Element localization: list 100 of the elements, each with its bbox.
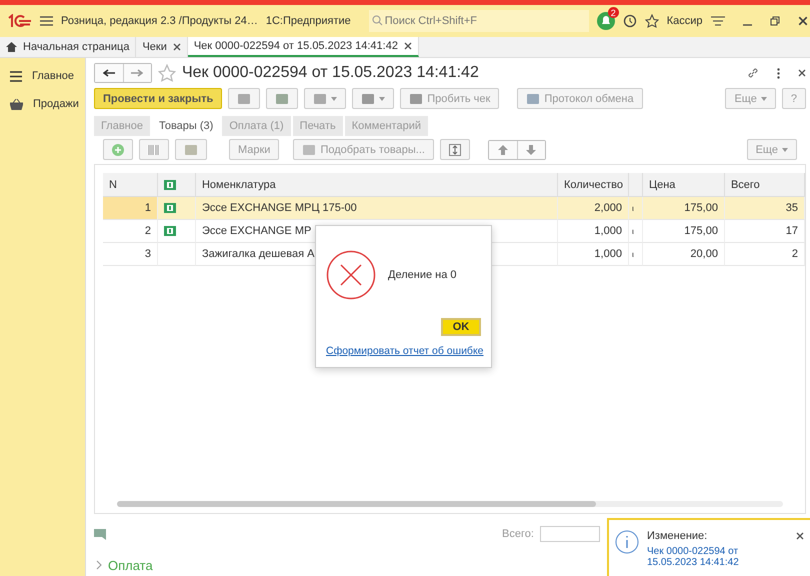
chevron-right-icon: [96, 560, 102, 570]
exchange-log-button[interactable]: Протокол обмена: [517, 88, 643, 109]
vertical-arrows-icon: [448, 144, 461, 156]
barcode-button[interactable]: [138, 139, 169, 160]
close-icon: [798, 16, 808, 26]
app-title: Розница, редакция 2.3 /Продукты 24…: [61, 15, 258, 27]
link-button[interactable]: [746, 67, 759, 79]
table-cell: ι: [628, 220, 643, 243]
row-height-button[interactable]: [440, 139, 470, 160]
form-tab[interactable]: Главное: [94, 116, 150, 136]
column-header: Количество: [558, 173, 629, 197]
more-actions-button[interactable]: [776, 68, 780, 78]
basket-icon: [10, 98, 23, 110]
move-up-button[interactable]: [488, 140, 517, 158]
banknote-icon: [164, 203, 176, 213]
ok-button[interactable]: OK: [441, 318, 481, 336]
home-icon: [6, 42, 17, 52]
user-name: Кассир: [666, 15, 703, 27]
down-arrow-icon: [526, 144, 536, 154]
help-button[interactable]: ?: [782, 88, 806, 109]
left-arrow-icon: [102, 69, 115, 77]
banknote-icon: [164, 226, 176, 236]
column-header: Номенклатура: [196, 173, 558, 197]
pick-goods-button[interactable]: Подобрать товары...: [293, 139, 434, 160]
form-tab[interactable]: Печать: [292, 116, 343, 136]
notification-title: Изменение:: [647, 530, 708, 542]
table-cell: Эссе EXCHANGE МРЦ 175-00: [196, 197, 558, 220]
move-down-button[interactable]: [516, 140, 545, 158]
history-button[interactable]: [622, 14, 637, 28]
caret-icon: [331, 96, 338, 100]
right-arrow-icon: [131, 69, 144, 77]
table-cell: 175,00: [642, 197, 725, 220]
table-cell: 2,000: [558, 197, 629, 220]
up-arrow-icon: [498, 144, 508, 154]
error-message: Деление на 0: [388, 269, 456, 281]
copy-dropdown-button[interactable]: [304, 88, 346, 109]
table-more-button[interactable]: Еще: [746, 139, 797, 160]
form-tab[interactable]: Комментарий: [344, 116, 428, 136]
more-button[interactable]: Еще: [725, 88, 776, 109]
minimize-icon: [742, 24, 752, 26]
sidebar-item[interactable]: Главное: [0, 62, 85, 90]
info-icon: [615, 530, 639, 554]
platform-name: 1С:Предприятие: [266, 15, 351, 27]
close-button[interactable]: [798, 16, 808, 26]
table-cell: 1: [102, 197, 158, 220]
menu-icon: [10, 70, 22, 82]
column-header: [628, 173, 643, 197]
error-icon: [326, 250, 376, 300]
logo-icon: [8, 14, 32, 28]
table-cell: 1,000: [558, 220, 629, 243]
search-icon: [372, 15, 383, 26]
sidebar-item[interactable]: Продажи: [0, 90, 85, 118]
barcode-icon: [148, 144, 160, 156]
document-button[interactable]: [266, 88, 298, 109]
search-field[interactable]: Поиск Ctrl+Shift+F: [368, 10, 589, 32]
table-cell: 2: [102, 220, 158, 243]
banknote-icon: [164, 180, 176, 190]
table-cell: ι: [628, 197, 643, 220]
column-header: N: [102, 173, 158, 197]
table-cell: ι: [628, 243, 643, 266]
table-cell: 175,00: [642, 220, 725, 243]
total-field[interactable]: [540, 526, 600, 542]
caret-icon: [379, 96, 386, 100]
close-icon: [404, 42, 412, 50]
close-icon: [798, 69, 806, 77]
marks-button[interactable]: Марки: [228, 139, 280, 160]
table-cell: 2: [724, 243, 805, 266]
notification-count: 2: [608, 7, 619, 18]
column-header: Цена: [642, 173, 725, 197]
print-receipt-button[interactable]: Пробить чек: [400, 88, 500, 109]
back-button[interactable]: [94, 64, 123, 82]
table-cell: 35: [724, 197, 805, 220]
restore-icon: [770, 16, 780, 26]
plus-icon: [112, 144, 124, 156]
menu-button[interactable]: [40, 16, 53, 26]
error-report-link[interactable]: Сформировать отчет об ошибке: [326, 344, 484, 358]
table-cell: 17: [724, 220, 805, 243]
form-tab[interactable]: Оплата (1): [222, 116, 291, 136]
notification-link[interactable]: Чек 0000-022594 от 15.05.2023 14:41:42: [647, 546, 757, 568]
document-title: Чек 0000-022594 от 15.05.2023 14:41:42: [182, 64, 479, 82]
settings-menu-button[interactable]: [710, 16, 725, 26]
close-icon: [796, 532, 804, 540]
close-icon: [172, 43, 181, 51]
table-cell: 3: [102, 243, 158, 266]
favorites-button[interactable]: [644, 14, 659, 28]
print-dropdown-button[interactable]: [352, 88, 394, 109]
open-tab[interactable]: Чек 0000-022594 от 15.05.2023 14:41:42: [188, 37, 419, 57]
table-cell: 1,000: [558, 243, 629, 266]
caret-icon: [782, 148, 788, 152]
save-button[interactable]: [228, 88, 260, 109]
close-form-button[interactable]: [798, 69, 806, 77]
total-label: Всего:: [502, 528, 534, 540]
favorite-star-button[interactable]: [158, 64, 176, 82]
restore-button[interactable]: [770, 16, 780, 26]
scrollbar[interactable]: [116, 501, 783, 507]
post-and-close-button[interactable]: Провести и закрыть: [94, 88, 222, 109]
comment-icon: [94, 528, 108, 540]
column-header: Всего: [724, 173, 805, 197]
caret-icon: [760, 96, 767, 100]
table-cell: 20,00: [642, 243, 725, 266]
